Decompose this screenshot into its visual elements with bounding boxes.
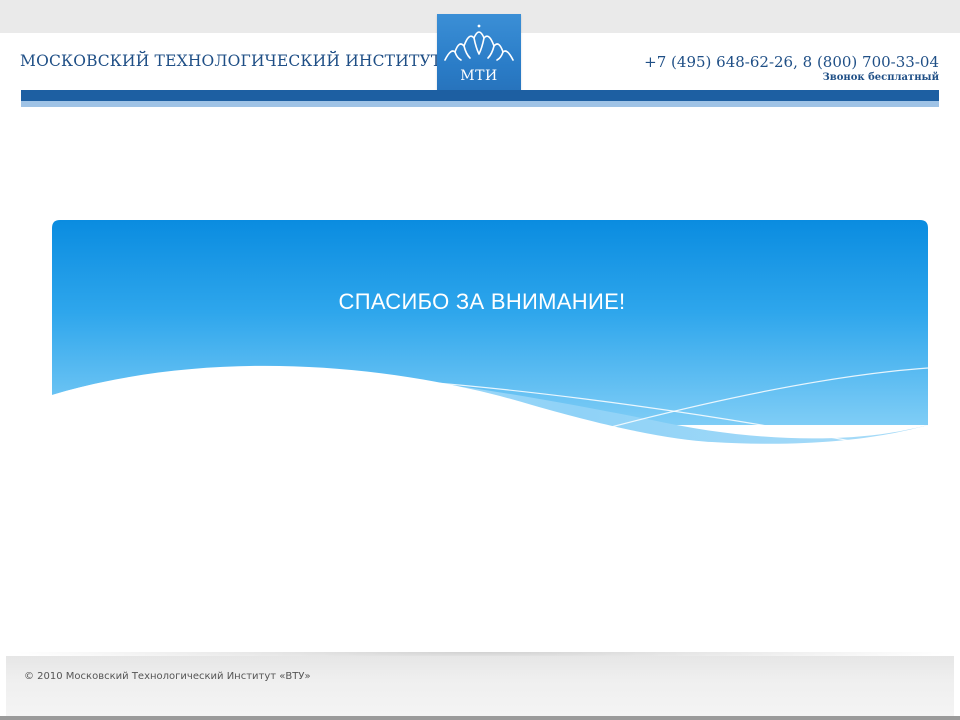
organization-name: МОСКОВСКИЙ ТЕХНОЛОГИЧЕСКИЙ ИНСТИТУТ	[20, 52, 442, 70]
header-rule-dark	[21, 90, 939, 101]
slide-title: СПАСИБО ЗА ВНИМАНИЕ!	[338, 289, 626, 314]
copyright-text: © 2010 Московский Технологический Инстит…	[24, 671, 311, 682]
toll-free-note: Звонок бесплатный	[822, 72, 939, 83]
mountain-peaks-icon	[444, 24, 514, 61]
logo-text: МТИ	[460, 68, 498, 84]
footer	[6, 656, 954, 716]
footer-bottom-line	[0, 716, 960, 720]
slide: МОСКОВСКИЙ ТЕХНОЛОГИЧЕСКИЙ ИНСТИТУТ МТИ …	[0, 0, 960, 720]
title-banner: СПАСИБО ЗА ВНИМАНИЕ!	[52, 220, 928, 460]
header-rule-light	[21, 101, 939, 107]
phone-numbers: +7 (495) 648-62-26, 8 (800) 700-33-04	[644, 53, 939, 71]
wave-banner-graphic	[52, 220, 928, 460]
logo: МТИ	[437, 14, 521, 101]
